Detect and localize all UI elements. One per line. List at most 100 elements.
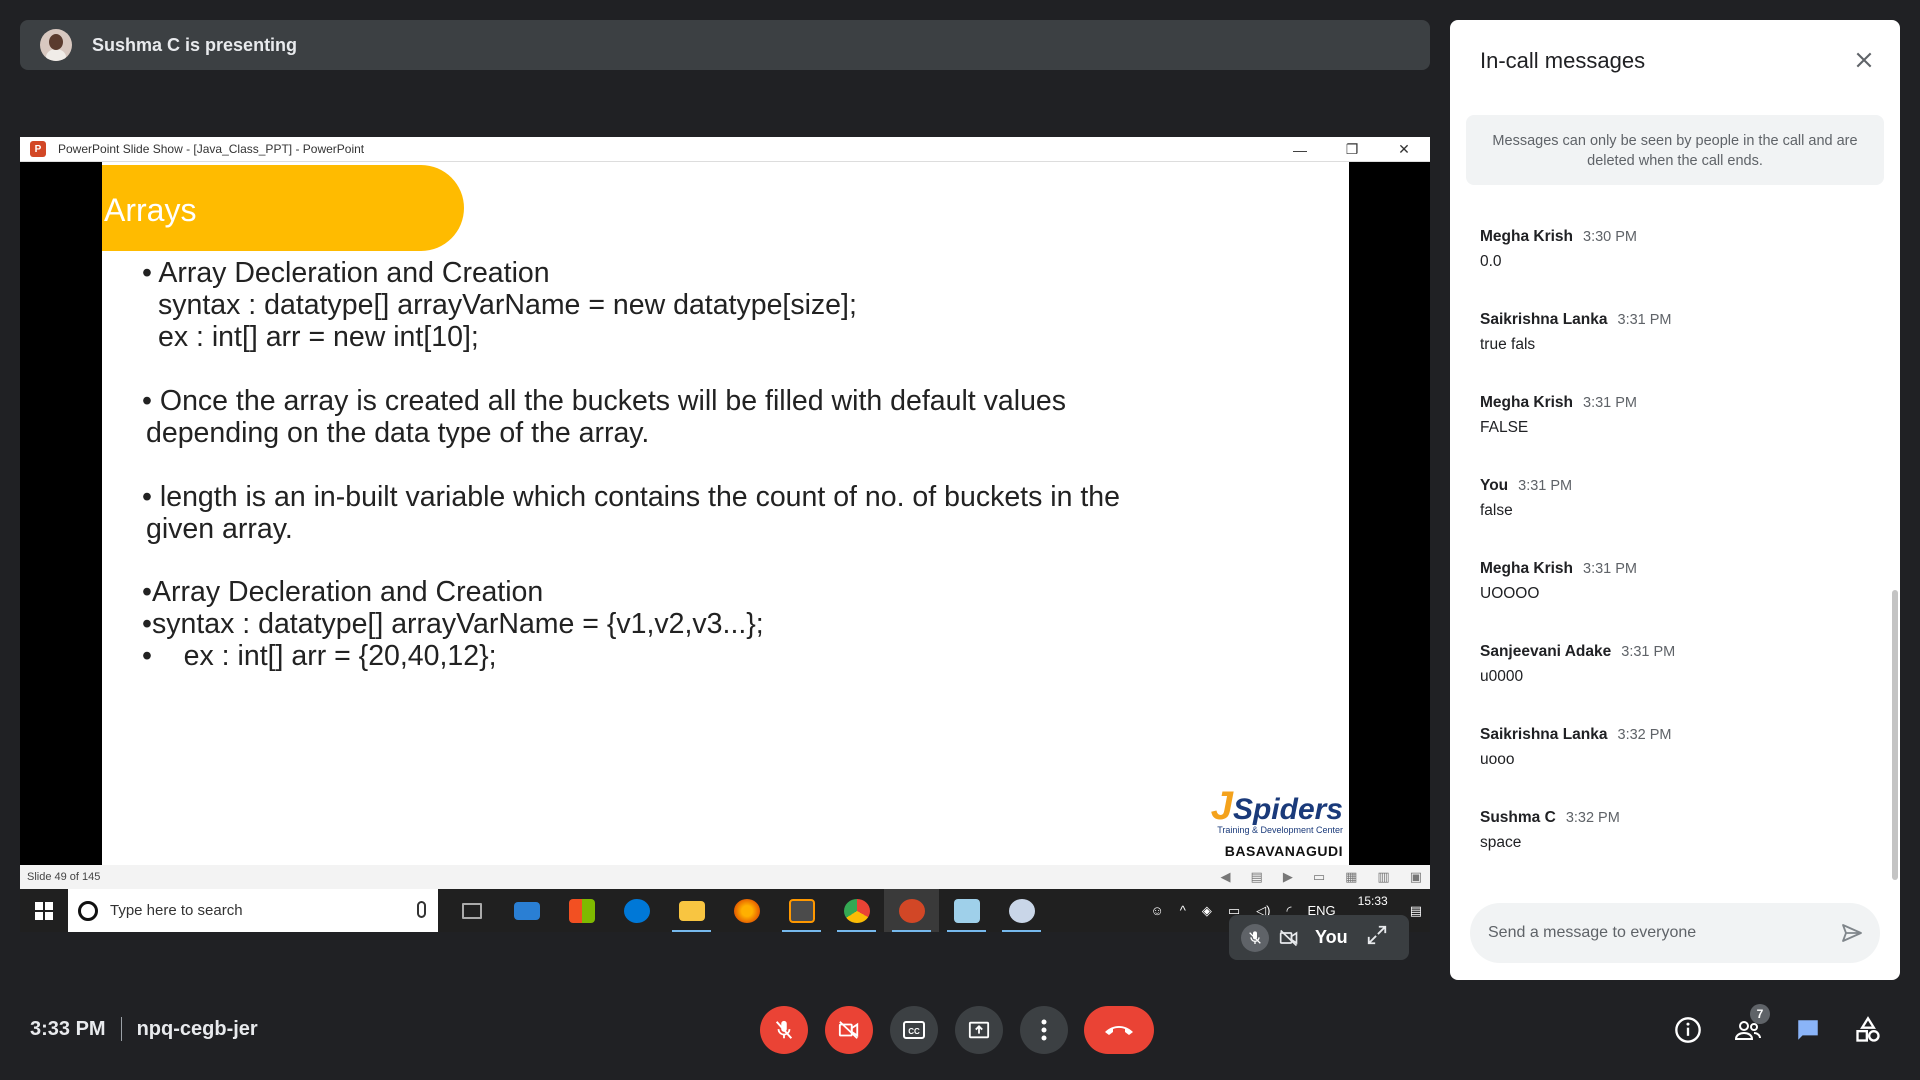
chat-panel: In-call messages Messages can only be se… <box>1450 20 1900 980</box>
message-sender: Saikrishna Lanka <box>1480 726 1608 743</box>
powerpoint-titlebar: P PowerPoint Slide Show - [Java_Class_PP… <box>20 137 1430 162</box>
message-sender: Sanjeevani Adake <box>1480 643 1612 660</box>
current-time: 3:33 PM <box>30 1017 106 1040</box>
slide-title: Arrays <box>104 192 197 228</box>
cortana-icon <box>78 900 98 921</box>
taskbar-clock: 15:33 <box>1357 893 1388 908</box>
meeting-controls-bar: 3:33 PM npq-cegb-jer CC 7 <box>0 1000 1920 1080</box>
window-close-icon: ✕ <box>1398 141 1410 157</box>
prev-slide-icon: ◀ <box>1220 869 1231 884</box>
self-view-tile[interactable]: You <box>1229 915 1409 960</box>
next-slide-icon: ▶ <box>1282 869 1293 884</box>
powerpoint-window-title: PowerPoint Slide Show - [Java_Class_PPT]… <box>58 142 365 156</box>
toggle-camera-button[interactable] <box>825 1006 873 1054</box>
logo-branch: BASAVANAGUDI <box>1224 843 1343 859</box>
message-text: UOOOO <box>1480 585 1540 602</box>
message-item: You 3:31 PM false <box>1480 477 1880 560</box>
taskbar-mic-icon <box>417 901 426 918</box>
activities-icon <box>1856 1016 1880 1042</box>
captions-icon: CC <box>903 1021 925 1039</box>
present-screen-button[interactable] <box>955 1006 1003 1054</box>
restore-icon: ❐ <box>1345 141 1359 157</box>
activities-button[interactable] <box>1848 1012 1888 1048</box>
message-text: true fals <box>1480 336 1536 353</box>
message-time: 3:31 PM <box>1617 312 1672 328</box>
jspiders-logo: JSpiders Training & Development Center B… <box>1210 784 1343 859</box>
edge-icon <box>609 889 664 932</box>
message-text: 0.0 <box>1480 253 1502 270</box>
message-sender: Saikrishna Lanka <box>1480 311 1608 328</box>
participants-button[interactable]: 7 <box>1728 1004 1770 1048</box>
message-time: 3:31 PM <box>1518 478 1573 494</box>
meeting-details-button[interactable] <box>1668 1012 1708 1048</box>
security-icon: ◈ <box>1201 902 1212 918</box>
sublime-icon <box>774 889 829 932</box>
toggle-mic-button[interactable] <box>760 1006 808 1054</box>
chat-input-container <box>1470 903 1880 963</box>
minimize-icon: — <box>1293 141 1307 158</box>
sorter-view-icon: ▦ <box>1345 869 1358 884</box>
powerpoint-icon: P <box>30 141 46 157</box>
message-sender: Megha Krish <box>1480 394 1574 411</box>
message-time: 3:30 PM <box>1583 229 1638 245</box>
leave-call-button[interactable] <box>1084 1006 1154 1054</box>
close-icon <box>1856 52 1872 68</box>
camera-off-icon <box>838 1021 859 1039</box>
chat-scrollbar[interactable] <box>1892 590 1898 880</box>
mic-off-icon <box>775 1020 793 1039</box>
message-sender: Megha Krish <box>1480 228 1574 245</box>
chat-icon <box>1798 1020 1818 1040</box>
message-text: FALSE <box>1480 419 1529 436</box>
message-sender: Sushma C <box>1480 809 1556 826</box>
message-time: 3:32 PM <box>1565 810 1620 826</box>
task-view-icon <box>444 889 499 932</box>
meeting-code: npq-cegb-jer <box>136 1017 258 1040</box>
store-icon <box>554 889 609 932</box>
camera-off-icon <box>1275 924 1303 952</box>
close-chat-button[interactable] <box>1848 44 1880 76</box>
powerpoint-statusbar: Slide 49 of 145 ◀ ▤ ▶ ▭ ▦ ▥ ▣ <box>20 865 1430 889</box>
svg-text:CC: CC <box>908 1027 920 1036</box>
message-item: Megha Krish 3:31 PM FALSE <box>1480 394 1880 477</box>
message-time: 3:31 PM <box>1621 644 1676 660</box>
taskbar-search: Type here to search <box>68 889 438 932</box>
firefox-icon <box>719 889 774 932</box>
expand-icon[interactable] <box>1366 924 1388 951</box>
message-time: 3:31 PM <box>1583 561 1638 577</box>
message-text: false <box>1480 502 1513 519</box>
slideshow-view-icon: ▣ <box>1409 869 1422 884</box>
message-time: 3:32 PM <box>1617 727 1672 743</box>
taskbar-search-placeholder: Type here to search <box>110 902 243 919</box>
powerpoint-taskbar-icon <box>884 889 939 932</box>
message-item: Saikrishna Lanka 3:31 PM true fals <box>1480 311 1880 394</box>
tray-chevron-icon: ^ <box>1179 903 1186 918</box>
slide-line: depending on the data type of the array. <box>146 417 650 449</box>
windows-taskbar: Type here to search ☺ ^ ◈ ▭ ◁) ◜ ENG 15:… <box>20 889 1430 932</box>
message-text: u0000 <box>1480 668 1524 685</box>
message-item: Sushma C 3:32 PM space <box>1480 809 1880 892</box>
present-icon <box>968 1021 990 1039</box>
windows-start-icon <box>20 889 68 932</box>
presenting-banner: Sushma C is presenting <box>20 20 1430 70</box>
normal-view-icon: ▭ <box>1312 869 1326 884</box>
file-explorer-icon <box>664 889 719 932</box>
notifications-icon: ▤ <box>1409 902 1422 918</box>
mail-icon <box>499 889 554 932</box>
message-time: 3:31 PM <box>1583 395 1638 411</box>
message-item: Megha Krish 3:31 PM UOOOO <box>1480 560 1880 643</box>
info-icon <box>1675 1017 1701 1043</box>
presenting-text: Sushma C is presenting <box>92 34 298 55</box>
chat-button[interactable] <box>1788 1012 1828 1048</box>
paint-icon <box>994 889 1049 932</box>
slide: Arrays • Array Decleration and Creation … <box>102 162 1349 865</box>
reading-view-icon: ▥ <box>1377 869 1390 884</box>
participant-count-badge: 7 <box>1750 1004 1770 1024</box>
send-button[interactable] <box>1838 919 1866 947</box>
captions-button[interactable]: CC <box>890 1006 938 1054</box>
notepad-icon <box>939 889 994 932</box>
chrome-icon <box>829 889 884 932</box>
chat-message-input[interactable] <box>1488 924 1818 942</box>
message-text: space <box>1480 834 1522 851</box>
more-vert-icon <box>1041 1019 1047 1041</box>
more-options-button[interactable] <box>1020 1006 1068 1054</box>
